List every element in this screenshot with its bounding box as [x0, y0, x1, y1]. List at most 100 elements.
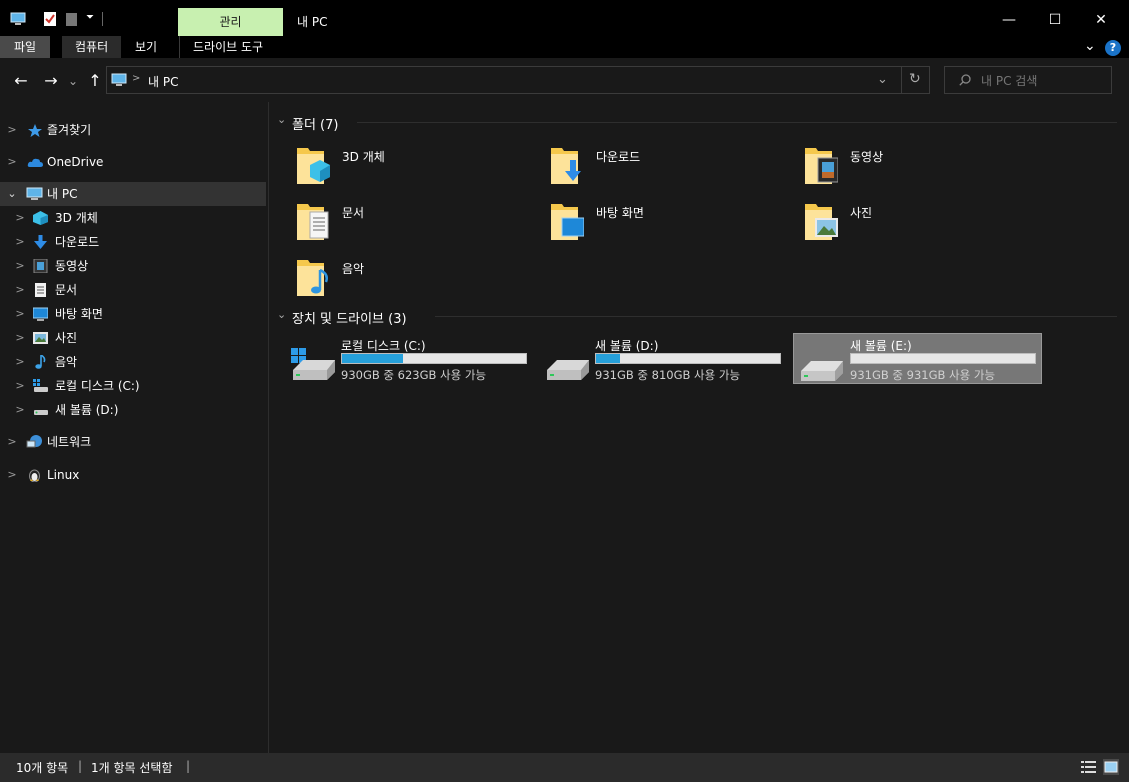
sidebar-item-drive-d[interactable]: > 새 볼륨 (D:): [0, 398, 266, 422]
music-icon: [35, 355, 46, 369]
forward-button[interactable]: →: [40, 70, 62, 92]
collapse-chevron-icon[interactable]: ⌄: [7, 182, 17, 206]
customize-quick-access-icon[interactable]: ⏷: [86, 12, 94, 23]
expand-chevron-icon[interactable]: >: [15, 302, 25, 326]
drive-free-space: 931GB 중 810GB 사용 가능: [595, 368, 741, 382]
status-item-count: 10개 항목: [16, 761, 69, 775]
breadcrumb-separator[interactable]: >: [132, 73, 140, 84]
help-icon[interactable]: ?: [1105, 40, 1121, 56]
folder-label: 사진: [850, 206, 873, 220]
pc-icon: [111, 73, 127, 86]
maximize-button[interactable]: ☐: [1032, 8, 1078, 32]
expand-chevron-icon[interactable]: >: [15, 230, 25, 254]
expand-chevron-icon[interactable]: >: [7, 118, 17, 142]
drive-usage-bar: [850, 353, 1036, 364]
folders-group-header[interactable]: 폴더 (7): [292, 114, 338, 133]
recent-locations-button[interactable]: ⌄: [64, 70, 82, 92]
address-bar[interactable]: > 내 PC ⌄ ↻: [106, 66, 930, 94]
large-icons-view-icon[interactable]: [1103, 759, 1119, 775]
folder-music[interactable]: 음악: [296, 254, 550, 310]
drive-usage-fill: [596, 354, 620, 363]
search-box[interactable]: [944, 66, 1112, 94]
sidebar-item-linux[interactable]: > Linux: [0, 463, 266, 487]
tab-view[interactable]: 보기: [122, 36, 170, 58]
drive-e[interactable]: 새 볼륨 (E:) 931GB 중 931GB 사용 가능: [793, 333, 1042, 384]
folder-downloads[interactable]: 다운로드: [550, 142, 804, 198]
sidebar-item-quick-access[interactable]: > 즐겨찾기: [0, 118, 266, 142]
expand-chevron-icon[interactable]: >: [15, 254, 25, 278]
expand-chevron-icon[interactable]: >: [15, 326, 25, 350]
drive-name: 새 볼륨 (E:): [850, 339, 912, 353]
pc-icon[interactable]: [10, 11, 26, 27]
expand-chevron-icon[interactable]: >: [7, 430, 17, 454]
sidebar-item-onedrive[interactable]: > OneDrive: [0, 150, 266, 174]
ribbon-expand-icon[interactable]: ⌄: [1084, 38, 1096, 54]
details-view-icon[interactable]: [1081, 760, 1096, 774]
drive-free-space: 930GB 중 623GB 사용 가능: [341, 368, 487, 382]
sidebar-item-downloads[interactable]: > 다운로드: [0, 230, 266, 254]
folder-label: 바탕 화면: [596, 206, 644, 220]
expand-chevron-icon[interactable]: >: [15, 278, 25, 302]
new-folder-icon[interactable]: [64, 11, 80, 27]
folder-3d-objects[interactable]: 3D 개체: [296, 142, 550, 198]
picture-icon: [33, 332, 48, 344]
folder-label: 문서: [342, 206, 365, 220]
desktop-icon: [551, 204, 584, 240]
tab-drive-tools[interactable]: 드라이브 도구: [179, 36, 276, 58]
picture-icon: [805, 204, 838, 240]
expand-chevron-icon[interactable]: >: [15, 206, 25, 230]
up-button[interactable]: ↑: [84, 70, 106, 92]
drive-icon: [547, 360, 589, 380]
document-icon: [297, 204, 329, 240]
drive-usage-fill: [342, 354, 403, 363]
expand-chevron-icon[interactable]: >: [7, 463, 17, 487]
expand-chevron-icon[interactable]: >: [15, 350, 25, 374]
tab-file[interactable]: 파일: [0, 36, 50, 58]
drives-group-header[interactable]: 장치 및 드라이브 (3): [292, 308, 407, 327]
drive-d[interactable]: 새 볼륨 (D:) 931GB 중 810GB 사용 가능: [545, 334, 795, 384]
folder-documents[interactable]: 문서: [296, 198, 550, 254]
divider: [435, 316, 1117, 317]
star-icon: [28, 124, 42, 137]
sidebar-item-desktop[interactable]: > 바탕 화면: [0, 302, 266, 326]
drive-c[interactable]: 로컬 디스크 (C:) 930GB 중 623GB 사용 가능: [291, 334, 541, 384]
cloud-icon: [27, 158, 43, 167]
search-input[interactable]: [979, 71, 1103, 91]
close-button[interactable]: ✕: [1078, 8, 1124, 32]
sidebar-item-documents[interactable]: > 문서: [0, 278, 266, 302]
desktop-icon: [33, 307, 48, 321]
collapse-chevron-icon[interactable]: ⌄: [277, 308, 286, 321]
address-dropdown-icon[interactable]: ⌄: [877, 72, 888, 87]
refresh-icon[interactable]: ↻: [909, 71, 921, 87]
expand-chevron-icon[interactable]: >: [7, 150, 17, 174]
collapse-chevron-icon[interactable]: ⌄: [277, 113, 286, 126]
sidebar-item-network[interactable]: > 네트워크: [0, 430, 266, 454]
sidebar-item-pictures[interactable]: > 사진: [0, 326, 266, 350]
divider: [901, 67, 902, 93]
folder-videos[interactable]: 동영상: [804, 142, 1058, 198]
properties-icon[interactable]: [42, 11, 58, 27]
minimize-button[interactable]: —: [986, 8, 1032, 32]
sidebar-item-drive-c[interactable]: > 로컬 디스크 (C:): [0, 374, 266, 398]
sidebar-item-videos[interactable]: > 동영상: [0, 254, 266, 278]
sidebar-item-music[interactable]: > 음악: [0, 350, 266, 374]
sidebar-item-this-pc[interactable]: ⌄ 내 PC: [0, 182, 266, 206]
sidebar-item-3d-objects[interactable]: > 3D 개체: [0, 206, 266, 230]
folder-desktop[interactable]: 바탕 화면: [550, 198, 804, 254]
folder-label: 동영상: [850, 150, 884, 164]
folder-pictures[interactable]: 사진: [804, 198, 1058, 254]
network-icon: [26, 435, 42, 448]
status-separator: |: [78, 759, 83, 773]
drive-icon: [801, 361, 843, 381]
back-button[interactable]: ←: [10, 70, 32, 92]
expand-chevron-icon[interactable]: >: [15, 398, 25, 422]
breadcrumb-this-pc[interactable]: 내 PC: [148, 73, 178, 90]
cube-icon: [33, 211, 48, 225]
folder-label: 음악: [342, 262, 365, 276]
video-icon: [805, 148, 838, 184]
drive-usage-bar: [341, 353, 527, 364]
context-tab-manage[interactable]: 관리: [178, 8, 283, 36]
drive-name: 로컬 디스크 (C:): [341, 339, 426, 353]
expand-chevron-icon[interactable]: >: [15, 374, 25, 398]
tab-computer[interactable]: 컴퓨터: [62, 36, 122, 58]
